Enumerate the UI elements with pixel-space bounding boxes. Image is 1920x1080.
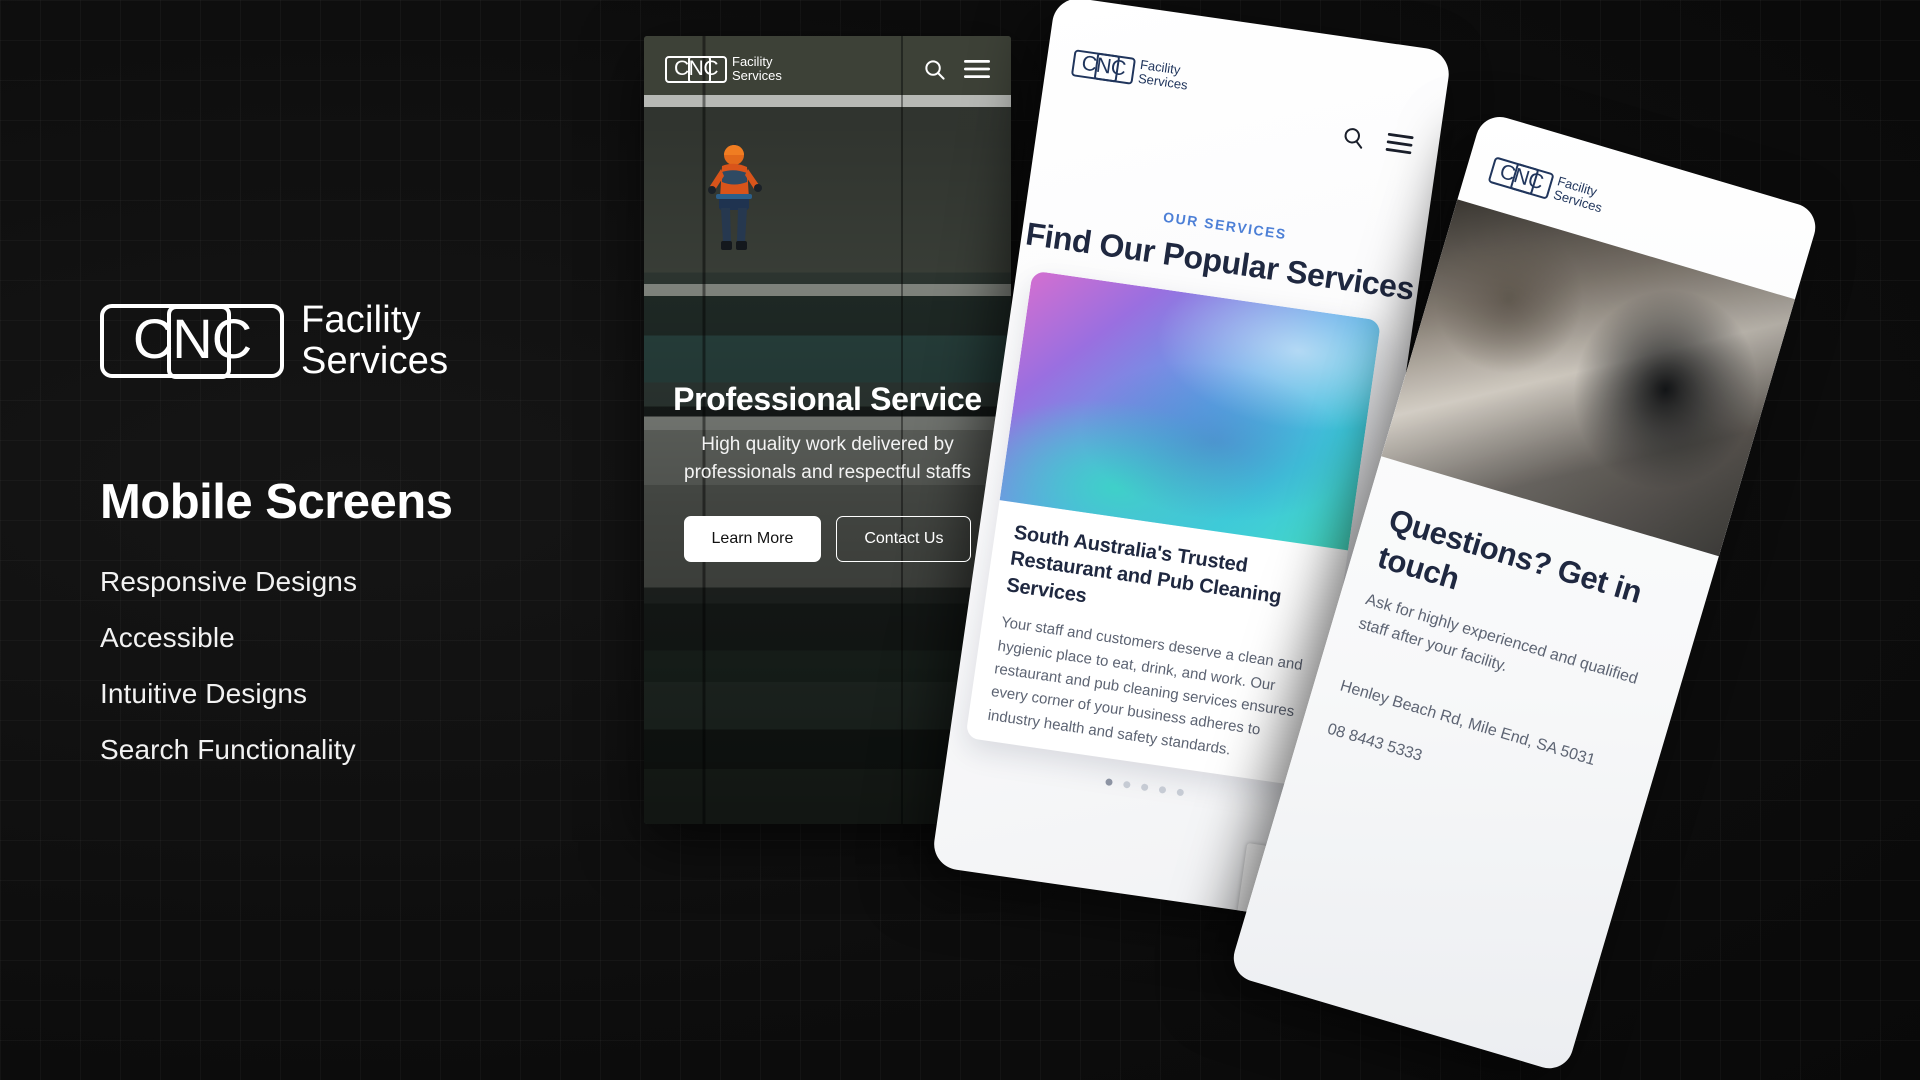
mobile-header-bar: CNC Facility Services [644,36,1011,102]
services-header-logo[interactable]: CNC Facility Services [1070,48,1191,93]
header-logo-wordmark-line1: Facility [732,53,773,69]
contact-header-logo[interactable]: CNC Facility Services [1487,155,1608,215]
carousel-dot-3[interactable] [1140,783,1149,792]
carousel-dot-1[interactable] [1104,778,1113,787]
contact-phone-number[interactable]: 08 8443 5333 [1325,721,1424,766]
search-icon[interactable] [1341,124,1367,150]
feature-item-accessible: Accessible [100,622,235,654]
screenshot-canvas: CNC Facility Services Mobile Screens Res… [0,0,1920,1080]
feature-item-search-functionality: Search Functionality [100,734,356,766]
hero-subtitle: High quality work delivered by professio… [684,434,971,484]
contact-header-logo-wordmark: Facility Services [1552,173,1608,215]
carousel-dot-5[interactable] [1175,788,1184,797]
cnc-logo-mark: CNC [100,303,284,379]
contact-header-logo-mark: CNC [1487,155,1555,200]
cnc-brand-logo: CNC Facility Services [100,300,720,381]
header-logo-wordmark: Facility Services [732,53,782,83]
left-info-panel: CNC Facility Services Mobile Screens Res… [100,300,720,792]
hero-cta-group: Learn More Contact Us [664,516,991,563]
feature-item-intuitive-designs: Intuitive Designs [100,678,308,710]
header-logo-letters: CNC [674,57,719,80]
page-title: Mobile Screens [100,475,453,530]
hamburger-menu-icon[interactable] [964,59,990,79]
services-header-bar: CNC Facility Services [1043,29,1447,155]
header-logo-mark: CNC [665,55,727,83]
search-icon[interactable] [923,58,946,81]
header-actions [923,58,990,81]
cnc-logo-wordmark-line1: Facility [301,299,421,341]
header-logo[interactable]: CNC Facility Services [665,53,782,83]
abseil-worker-photo-element [708,142,762,250]
services-header-actions [1341,124,1415,157]
hero-content: Professional Service High quality work d… [644,381,1011,563]
service-card-image [999,270,1382,551]
learn-more-button[interactable]: Learn More [683,516,822,563]
feature-list: Responsive Designs Accessible Intuitive … [100,568,720,764]
services-header-logo-wordmark: Facility Services [1137,57,1190,93]
services-header-logo-mark: CNC [1070,48,1137,85]
contact-header-logo-letters: CNC [1497,159,1546,195]
feature-item-responsive-designs: Responsive Designs [100,566,358,598]
cnc-logo-wordmark: Facility Services [301,300,448,381]
header-logo-wordmark-line2: Services [732,68,782,83]
cnc-logo-letters: CNC [132,307,252,371]
hero-title: Professional Service [673,381,982,417]
contact-us-button[interactable]: Contact Us [836,516,972,563]
services-header-logo-letters: CNC [1080,51,1128,81]
hamburger-menu-icon[interactable] [1385,132,1414,156]
carousel-dot-2[interactable] [1122,780,1131,789]
carousel-dot-4[interactable] [1158,785,1166,794]
cnc-logo-wordmark-line2: Services [301,339,449,382]
